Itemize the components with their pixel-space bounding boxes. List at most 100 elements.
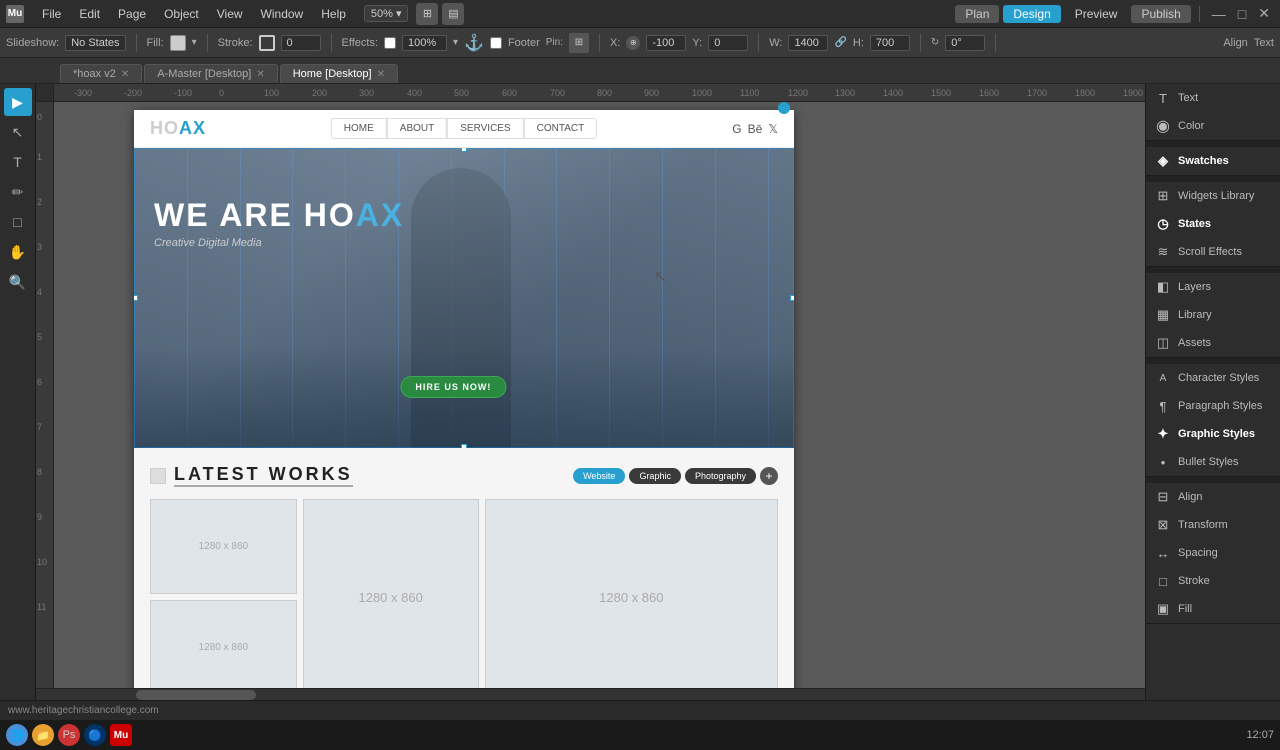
panel-spacing[interactable]: ↔ Spacing <box>1146 539 1280 567</box>
panel-section-styles: A Character Styles ¶ Paragraph Styles ✦ … <box>1146 364 1280 477</box>
nav-contact[interactable]: CONTACT <box>524 118 598 139</box>
status-bar: www.heritagechristiancollege.com <box>0 700 1280 720</box>
menu-window[interactable]: Window <box>253 5 312 23</box>
stroke-color-swatch[interactable] <box>259 35 275 51</box>
panel-stroke[interactable]: □ Stroke <box>1146 567 1280 595</box>
menu-view[interactable]: View <box>209 5 251 23</box>
fill-panel-icon: ▣ <box>1154 600 1172 618</box>
preview-button[interactable]: Preview <box>1065 5 1128 23</box>
view-icon1[interactable]: ⊞ <box>416 3 438 25</box>
panel-text[interactable]: T Text <box>1146 84 1280 112</box>
nav-about[interactable]: ABOUT <box>387 118 447 139</box>
tab-close-2[interactable]: ✕ <box>377 69 385 80</box>
taskbar-files[interactable]: 📁 <box>32 724 54 746</box>
minimize-button[interactable]: — <box>1208 6 1230 22</box>
tab-hoax-v2[interactable]: *hoax v2 ✕ <box>60 64 142 83</box>
tab-close-0[interactable]: ✕ <box>121 69 129 80</box>
panel-scroll-effects[interactable]: ≋ Scroll Effects <box>1146 238 1280 266</box>
stroke-value[interactable]: 0 <box>281 35 321 51</box>
tab-close-1[interactable]: ✕ <box>256 69 264 80</box>
canvas-scroll[interactable]: HOAX HOME ABOUT SERVICES CONTACT G Bē 𝕏 <box>54 102 1145 688</box>
page-canvas: HOAX HOME ABOUT SERVICES CONTACT G Bē 𝕏 <box>134 110 794 688</box>
taskbar-browser[interactable]: 🌐 <box>6 724 28 746</box>
select-tool[interactable]: ▶ <box>4 88 32 116</box>
footer-checkbox[interactable] <box>490 37 502 49</box>
menu-file[interactable]: File <box>34 5 69 23</box>
panel-color[interactable]: ◉ Color <box>1146 112 1280 140</box>
constrain-icon[interactable]: 🔗 <box>834 37 846 48</box>
work-item-2: 1280 x 860 <box>303 499 479 688</box>
panel-library[interactable]: ▦ Library <box>1146 301 1280 329</box>
shape-tool[interactable]: □ <box>4 208 32 236</box>
menu-page[interactable]: Page <box>110 5 154 23</box>
filter-add-button[interactable]: + <box>760 467 778 485</box>
no-states-dropdown[interactable]: No States <box>65 35 125 51</box>
menu-bar: Mu File Edit Page Object View Window Hel… <box>0 0 1280 28</box>
plan-button[interactable]: Plan <box>955 5 999 23</box>
close-button[interactable]: ✕ <box>1254 5 1274 22</box>
library-icon: ▦ <box>1154 306 1172 324</box>
text-tool[interactable]: T <box>4 148 32 176</box>
filter-photography[interactable]: Photography <box>685 468 756 484</box>
maximize-button[interactable]: □ <box>1234 6 1250 22</box>
rotation-value[interactable]: 0° <box>945 35 985 51</box>
works-title: LATEST WORKS <box>150 464 353 487</box>
site-nav-icons: G Bē 𝕏 <box>732 122 778 136</box>
panel-layers[interactable]: ◧ Layers <box>1146 273 1280 301</box>
scrollbar-thumb[interactable] <box>136 690 256 700</box>
panel-widgets-library[interactable]: ⊞ Widgets Library <box>1146 182 1280 210</box>
panel-transform[interactable]: ⊠ Transform <box>1146 511 1280 539</box>
panel-bullet-styles[interactable]: • Bullet Styles <box>1146 448 1280 476</box>
opacity-dropdown[interactable]: ▾ <box>453 37 458 48</box>
taskbar-skype[interactable]: 🔵 <box>84 724 106 746</box>
panel-assets[interactable]: ◫ Assets <box>1146 329 1280 357</box>
x-value[interactable]: -100 <box>646 35 686 51</box>
tabs-bar: *hoax v2 ✕ A-Master [Desktop] ✕ Home [De… <box>0 58 1280 84</box>
panel-character-styles[interactable]: A Character Styles <box>1146 364 1280 392</box>
social-twitter[interactable]: 𝕏 <box>768 122 778 136</box>
tab-a-master[interactable]: A-Master [Desktop] ✕ <box>144 64 278 83</box>
panel-align[interactable]: ⊟ Align <box>1146 483 1280 511</box>
opacity-value[interactable]: 100% <box>402 35 447 51</box>
align-icon: ⊟ <box>1154 488 1172 506</box>
menu-edit[interactable]: Edit <box>71 5 108 23</box>
filter-website[interactable]: Website <box>573 468 625 484</box>
view-icon2[interactable]: ▤ <box>442 3 464 25</box>
h-value[interactable]: 700 <box>870 35 910 51</box>
zoom-tool[interactable]: 🔍 <box>4 268 32 296</box>
effects-checkbox[interactable] <box>384 37 396 49</box>
panel-fill[interactable]: ▣ Fill <box>1146 595 1280 623</box>
pin-icon[interactable]: ⚓ <box>464 33 484 53</box>
zoom-control[interactable]: 50% ▾ <box>364 5 409 22</box>
fill-dropdown[interactable]: ▾ <box>192 37 197 48</box>
menu-object[interactable]: Object <box>156 5 207 23</box>
tab-home-desktop[interactable]: Home [Desktop] ✕ <box>280 64 398 83</box>
effects-label: Effects: <box>342 37 378 49</box>
sep1 <box>136 34 137 52</box>
menu-help[interactable]: Help <box>313 5 354 23</box>
social-behance[interactable]: Bē <box>748 122 763 136</box>
panel-paragraph-styles[interactable]: ¶ Paragraph Styles <box>1146 392 1280 420</box>
draw-tool[interactable]: ✏ <box>4 178 32 206</box>
panel-states[interactable]: ◷ States <box>1146 210 1280 238</box>
pin-control[interactable]: ⊞ <box>569 33 589 53</box>
y-value[interactable]: 0 <box>708 35 748 51</box>
hand-tool[interactable]: ✋ <box>4 238 32 266</box>
fill-color-swatch[interactable] <box>170 35 186 51</box>
nav-services[interactable]: SERVICES <box>447 118 523 139</box>
works-checkbox <box>150 468 166 484</box>
panel-swatches[interactable]: ◈ Swatches <box>1146 147 1280 175</box>
filter-graphic[interactable]: Graphic <box>629 468 681 484</box>
panel-graphic-styles[interactable]: ✦ Graphic Styles <box>1146 420 1280 448</box>
taskbar-ps[interactable]: Ps <box>58 724 80 746</box>
design-button[interactable]: Design <box>1003 5 1060 23</box>
hero-cta-button[interactable]: HIRE US NOW! <box>400 376 506 398</box>
rotation-icon[interactable]: ↻ <box>931 37 939 48</box>
nav-home[interactable]: HOME <box>331 118 387 139</box>
social-google[interactable]: G <box>732 122 741 136</box>
scrollbar-horizontal[interactable] <box>36 688 1145 700</box>
publish-button[interactable]: Publish <box>1131 5 1190 23</box>
taskbar-mu[interactable]: Mu <box>110 724 132 746</box>
w-value[interactable]: 1400 <box>788 35 828 51</box>
subselect-tool[interactable]: ↖ <box>4 118 32 146</box>
